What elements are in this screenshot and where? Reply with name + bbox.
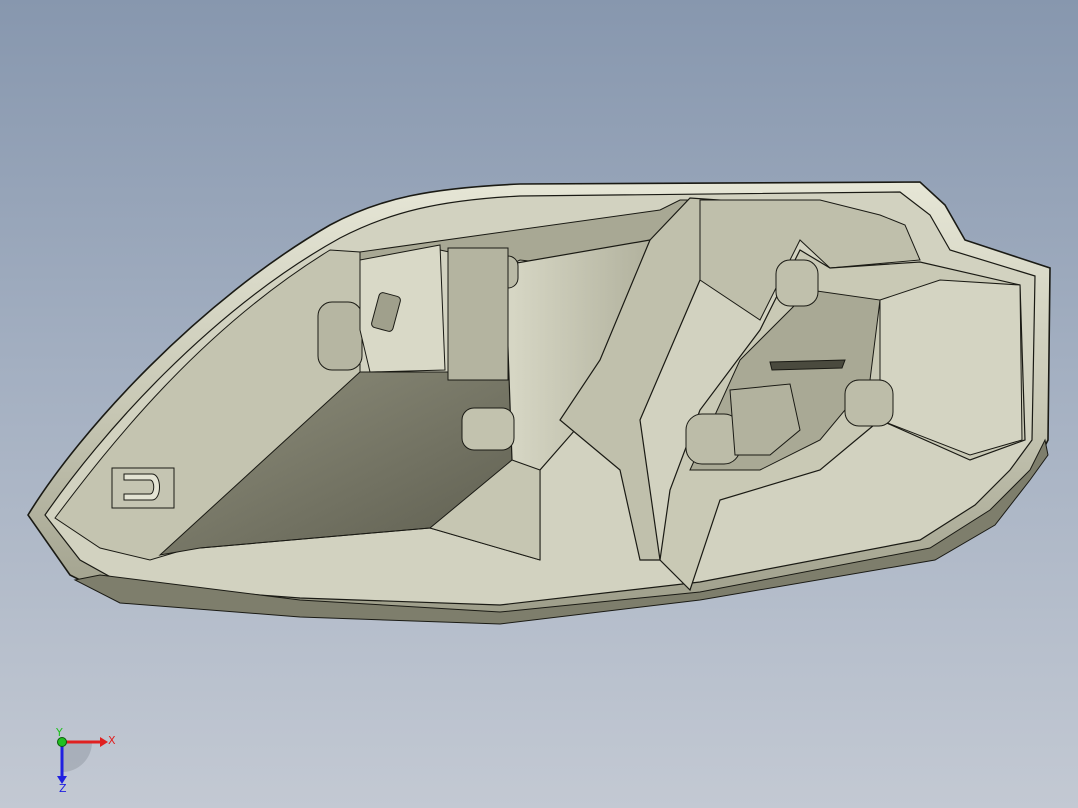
graphics-viewport[interactable]: X Y Z	[0, 0, 1078, 808]
right-box	[879, 279, 1023, 456]
right-mid-boss	[844, 379, 894, 427]
lower-pin	[461, 407, 515, 451]
axis-triad: X Y Z	[55, 726, 116, 794]
triad-shadow-icon	[62, 742, 92, 772]
mid-boss	[447, 247, 509, 381]
left-boss	[317, 301, 363, 371]
housing-3d-model[interactable]	[0, 0, 1078, 808]
right-lower-boss	[685, 413, 741, 465]
left-bracket	[359, 244, 446, 373]
right-upper-boss	[775, 259, 819, 307]
x-axis-label: X	[108, 734, 116, 747]
x-axis-arrow-icon	[100, 737, 108, 747]
right-slot	[769, 359, 846, 371]
y-axis-label: Y	[55, 726, 63, 739]
z-axis-label: Z	[59, 782, 67, 794]
